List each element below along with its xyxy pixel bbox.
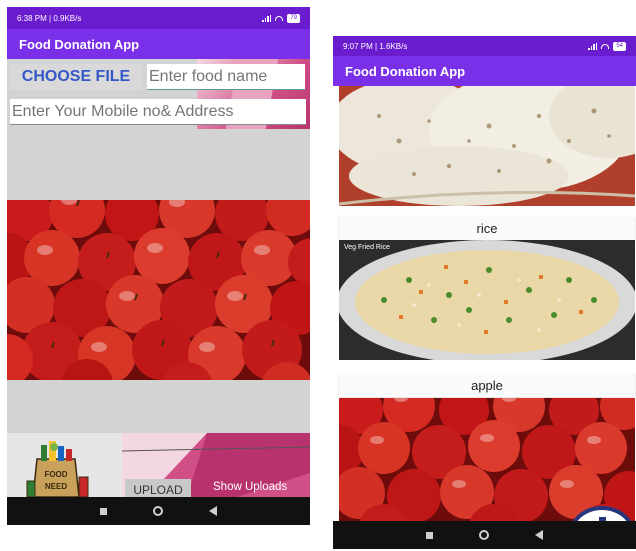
- back-icon[interactable]: [209, 506, 217, 516]
- back-icon[interactable]: [535, 530, 543, 540]
- mobile-address-input[interactable]: [10, 99, 306, 125]
- choose-file-button[interactable]: CHOOSE FILE: [10, 64, 142, 90]
- navigation-bar: [333, 521, 636, 549]
- signal-icon: [588, 42, 598, 50]
- list-item-label-rice[interactable]: rice: [339, 216, 635, 240]
- list-item-image-rice[interactable]: Veg Fried Rice: [339, 240, 635, 360]
- status-time: 9:07 PM | 1.6KB/s: [343, 41, 408, 51]
- list-item-image-apple[interactable]: [339, 398, 635, 521]
- navigation-bar: [7, 497, 310, 525]
- system-icons: 79: [262, 13, 300, 23]
- app-title: Food Donation App: [345, 63, 466, 79]
- wifi-icon: [275, 15, 284, 21]
- app-bar: Food Donation App: [333, 56, 636, 86]
- phone-upload-screen: 6:38 PM | 0.9KB/s 79 Food Donation App C…: [7, 7, 310, 525]
- home-icon[interactable]: [479, 530, 489, 540]
- battery-icon: 79: [287, 13, 300, 23]
- home-icon[interactable]: [153, 506, 163, 516]
- food-name-input[interactable]: [147, 64, 305, 90]
- status-bar: 6:38 PM | 0.9KB/s 79: [7, 7, 310, 29]
- signal-icon: [262, 14, 272, 22]
- status-time: 6:38 PM | 0.9KB/s: [17, 13, 82, 23]
- list-item-image-chapati[interactable]: [339, 86, 635, 206]
- rice-image-caption: Veg Fried Rice: [344, 244, 390, 251]
- system-icons: 54: [588, 41, 626, 51]
- recents-icon[interactable]: [100, 507, 107, 515]
- food-need-logo: FOOD NEED: [7, 433, 122, 497]
- status-bar: 9:07 PM | 1.6KB/s 54: [333, 36, 636, 56]
- list-item-label-apple[interactable]: apple: [339, 373, 635, 397]
- app-bar: Food Donation App: [7, 29, 310, 59]
- battery-icon: 54: [613, 41, 626, 51]
- upload-button[interactable]: UPLOAD: [125, 479, 191, 497]
- svg-text:NEED: NEED: [45, 482, 67, 491]
- uploads-list[interactable]: rice Veg Fried Rice apple: [333, 86, 636, 521]
- upload-form: CHOOSE FILE Enter food name Enter Your M…: [7, 59, 310, 497]
- svg-text:FOOD: FOOD: [44, 470, 67, 479]
- recents-icon[interactable]: [426, 531, 433, 539]
- app-title: Food Donation App: [19, 36, 140, 52]
- show-uploads-link[interactable]: Show Uploads: [213, 481, 287, 493]
- selected-food-image: [7, 200, 310, 380]
- wifi-icon: [601, 43, 610, 49]
- phone-uploads-list-screen: 9:07 PM | 1.6KB/s 54 Food Donation App r…: [333, 36, 636, 549]
